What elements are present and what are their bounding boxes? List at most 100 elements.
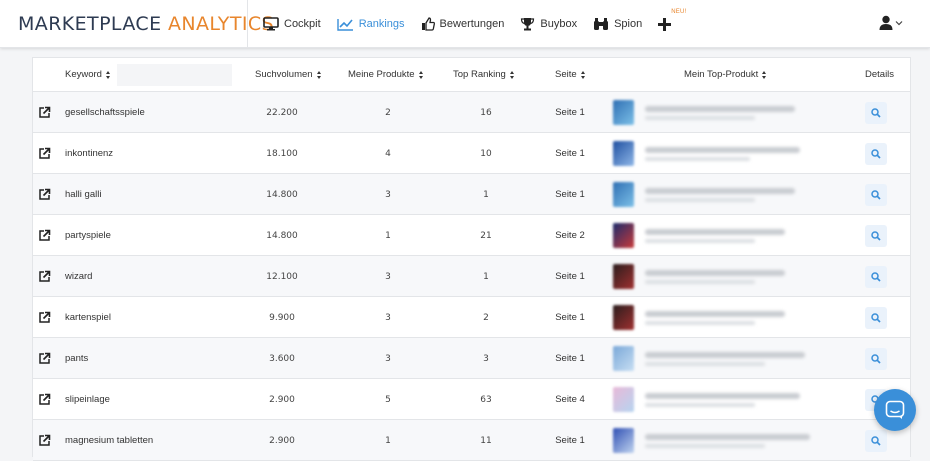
row-keyword[interactable]: magnesium tabletten bbox=[65, 420, 153, 461]
product-thumbnail bbox=[613, 305, 634, 330]
brand-divider bbox=[247, 0, 248, 48]
nav-spion[interactable]: Spion bbox=[593, 17, 642, 31]
details-button[interactable] bbox=[865, 101, 887, 124]
row-top-product[interactable] bbox=[613, 215, 785, 256]
sort-top-product-icon bbox=[762, 70, 767, 79]
brand-part2: ANALYTICS bbox=[167, 13, 274, 35]
brand-logo[interactable]: MARKETPLACE ANALYTICS bbox=[18, 13, 274, 35]
table-row: gesellschaftsspiele 22.200 2 16 Seite 1 bbox=[33, 92, 910, 133]
user-icon bbox=[879, 15, 893, 30]
open-external-link[interactable] bbox=[38, 420, 51, 461]
nav-add-new[interactable]: NEU! bbox=[658, 9, 686, 31]
sort-keyword-icon[interactable] bbox=[106, 71, 111, 79]
row-top-ranking: 3 bbox=[483, 353, 489, 364]
th-volume[interactable]: Suchvolumen bbox=[255, 69, 322, 80]
nav-rankings[interactable]: Rankings bbox=[336, 18, 405, 31]
sort-my-products-icon bbox=[418, 70, 424, 79]
row-top-product[interactable] bbox=[613, 379, 800, 420]
row-my-products: 4 bbox=[385, 148, 391, 159]
brand-part1: MARKETPLACE bbox=[18, 13, 162, 35]
nav-bewertungen[interactable]: Bewertungen bbox=[421, 17, 504, 31]
details-button[interactable] bbox=[865, 306, 887, 329]
details-button[interactable] bbox=[865, 265, 887, 288]
row-top-ranking: 21 bbox=[480, 230, 492, 241]
row-keyword[interactable]: inkontinenz bbox=[65, 133, 113, 174]
external-link-icon bbox=[39, 311, 51, 323]
open-external-link[interactable] bbox=[38, 133, 51, 174]
row-details-button[interactable] bbox=[865, 133, 887, 174]
product-title-blurred bbox=[645, 187, 795, 202]
chevron-down-icon bbox=[895, 20, 903, 25]
row-details-button[interactable] bbox=[865, 174, 887, 215]
trophy-icon bbox=[521, 18, 535, 31]
chat-launcher-button[interactable] bbox=[874, 389, 916, 431]
row-keyword[interactable]: slipeinlage bbox=[65, 379, 110, 420]
table-row: inkontinenz 18.100 4 10 Seite 1 bbox=[33, 133, 910, 174]
sort-page-icon bbox=[580, 70, 586, 79]
product-thumbnail bbox=[613, 264, 634, 289]
row-top-product[interactable] bbox=[613, 338, 805, 379]
details-button[interactable] bbox=[865, 429, 887, 452]
row-page: Seite 1 bbox=[555, 312, 585, 323]
row-top-product[interactable] bbox=[613, 92, 795, 133]
row-details-button[interactable] bbox=[865, 215, 887, 256]
open-external-link[interactable] bbox=[38, 215, 51, 256]
row-keyword[interactable]: kartenspiel bbox=[65, 297, 111, 338]
open-external-link[interactable] bbox=[38, 297, 51, 338]
product-title-blurred bbox=[645, 392, 800, 407]
row-top-product[interactable] bbox=[613, 297, 785, 338]
th-my-products[interactable]: Meine Produkte bbox=[348, 69, 424, 80]
th-top-product[interactable]: Mein Top-Produkt bbox=[684, 69, 767, 80]
main-nav: Cockpit Rankings Bewertungen Buybox Spio… bbox=[263, 0, 686, 48]
row-top-product[interactable] bbox=[613, 133, 800, 174]
details-button[interactable] bbox=[865, 183, 887, 206]
external-link-icon bbox=[39, 147, 51, 159]
search-icon bbox=[871, 189, 881, 200]
product-title-blurred bbox=[645, 310, 785, 325]
user-menu[interactable] bbox=[879, 15, 903, 30]
row-volume: 3.600 bbox=[269, 353, 295, 364]
external-link-icon bbox=[39, 229, 51, 241]
row-keyword[interactable]: halli galli bbox=[65, 174, 101, 215]
details-button[interactable] bbox=[865, 142, 887, 165]
row-my-products: 5 bbox=[385, 394, 391, 405]
th-top-product-label: Mein Top-Produkt bbox=[684, 69, 759, 80]
row-top-product[interactable] bbox=[613, 420, 810, 461]
keyword-filter-input[interactable] bbox=[117, 64, 232, 86]
th-details: Details bbox=[865, 69, 894, 80]
row-keyword[interactable]: wizard bbox=[65, 256, 92, 297]
row-top-product[interactable] bbox=[613, 256, 785, 297]
row-page: Seite 1 bbox=[555, 353, 585, 364]
open-external-link[interactable] bbox=[38, 256, 51, 297]
open-external-link[interactable] bbox=[38, 174, 51, 215]
open-external-link[interactable] bbox=[38, 338, 51, 379]
row-top-ranking: 63 bbox=[480, 394, 492, 405]
open-external-link[interactable] bbox=[38, 92, 51, 133]
row-keyword[interactable]: partyspiele bbox=[65, 215, 111, 256]
product-thumbnail bbox=[613, 182, 634, 207]
details-button[interactable] bbox=[865, 224, 887, 247]
th-top-ranking[interactable]: Top Ranking bbox=[453, 69, 515, 80]
external-link-icon bbox=[39, 352, 51, 364]
row-details-button[interactable] bbox=[865, 338, 887, 379]
row-keyword[interactable]: gesellschaftsspiele bbox=[65, 92, 145, 133]
product-title-blurred bbox=[645, 105, 795, 120]
row-details-button[interactable] bbox=[865, 92, 887, 133]
row-volume: 14.800 bbox=[266, 230, 298, 241]
chat-icon bbox=[885, 400, 905, 419]
details-button[interactable] bbox=[865, 347, 887, 370]
row-page: Seite 2 bbox=[555, 230, 585, 241]
nav-buybox[interactable]: Buybox bbox=[520, 17, 577, 31]
product-title-blurred bbox=[645, 433, 810, 448]
th-keyword[interactable]: Keyword bbox=[65, 69, 102, 80]
row-keyword[interactable]: pants bbox=[65, 338, 88, 379]
row-top-product[interactable] bbox=[613, 174, 795, 215]
row-details-button[interactable] bbox=[865, 256, 887, 297]
nav-cockpit[interactable]: Cockpit bbox=[263, 17, 321, 31]
top-navbar: MARKETPLACE ANALYTICS Cockpit Rankings B… bbox=[0, 0, 930, 48]
row-details-button[interactable] bbox=[865, 297, 887, 338]
search-icon bbox=[871, 230, 881, 241]
th-page[interactable]: Seite bbox=[555, 69, 586, 80]
product-thumbnail bbox=[613, 223, 634, 248]
open-external-link[interactable] bbox=[38, 379, 51, 420]
